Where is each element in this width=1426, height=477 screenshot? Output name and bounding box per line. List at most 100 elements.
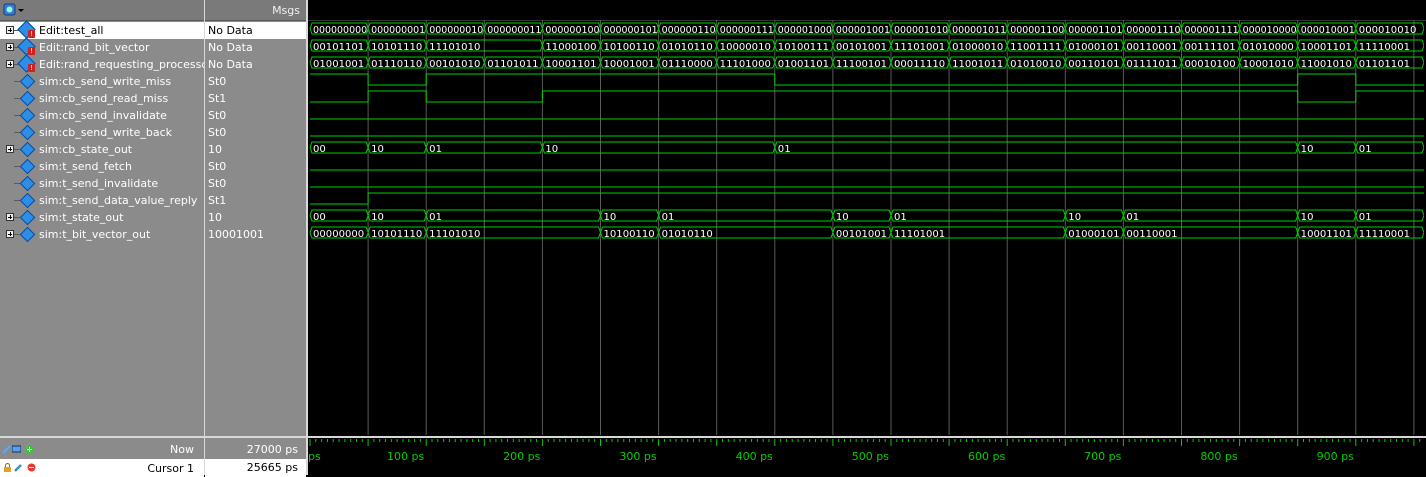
signal-name: sim:t_state_out bbox=[39, 211, 124, 224]
cursor-label: Cursor 1 bbox=[147, 462, 194, 475]
cursor-row[interactable]: Cursor 1 bbox=[0, 459, 204, 477]
screen-icon[interactable] bbox=[12, 445, 21, 454]
signal-row[interactable]: sim:t_send_invalidate bbox=[0, 175, 204, 192]
bus-value-label: 10000010 bbox=[720, 42, 771, 53]
signal-value[interactable]: No Data bbox=[205, 56, 306, 73]
signal-value[interactable]: St1 bbox=[205, 192, 306, 209]
signal-value[interactable]: St0 bbox=[205, 124, 306, 141]
zoom-icon[interactable] bbox=[2, 445, 11, 454]
expand-icon[interactable] bbox=[6, 43, 14, 51]
bus-segment bbox=[658, 209, 834, 222]
signal-value[interactable]: 10 bbox=[205, 209, 306, 226]
signal-row[interactable]: sim:t_send_data_value_reply bbox=[0, 192, 204, 209]
signal-value[interactable]: St0 bbox=[205, 73, 306, 90]
signal-value[interactable]: St0 bbox=[205, 158, 306, 175]
bus-value-label: 000010001 bbox=[1301, 25, 1355, 36]
signal-diamond-icon bbox=[19, 175, 36, 192]
bus-value-label: 11101010 bbox=[429, 42, 480, 53]
time-label: 300 ps bbox=[619, 450, 656, 463]
signal-name: Edit:rand_requesting_processor bbox=[39, 58, 213, 71]
bus-value-label: 000010000 bbox=[1243, 25, 1297, 36]
bus-value-label: 000001110 bbox=[1126, 25, 1180, 36]
bus-value-label: 00101001 bbox=[836, 42, 887, 53]
signal-value-panel: Msgs No Data No Data No Data St0 St1 St0 St0 10… bbox=[205, 0, 306, 475]
signal-row[interactable]: sim:t_bit_vector_out bbox=[0, 226, 204, 243]
expand-icon[interactable] bbox=[6, 213, 14, 221]
bus-value-label: 01000101 bbox=[1068, 229, 1119, 240]
signal-value[interactable]: St1 bbox=[205, 90, 306, 107]
bus-value-label: 10001101 bbox=[545, 59, 596, 70]
signal-row[interactable]: ! Edit:test_all bbox=[0, 20, 204, 39]
signal-diamond-icon bbox=[19, 107, 36, 124]
bus-value-label: 01110000 bbox=[662, 59, 713, 70]
bus-value-label: 000000010 bbox=[429, 25, 483, 36]
signal-diamond-icon bbox=[19, 73, 36, 90]
signal-row[interactable]: sim:cb_send_write_back bbox=[0, 124, 204, 141]
bus-value-label: 00110001 bbox=[1126, 42, 1177, 53]
bus-value-label: 11001010 bbox=[1301, 59, 1352, 70]
bus-value-label: 00110001 bbox=[1126, 229, 1177, 240]
expand-icon[interactable] bbox=[6, 230, 14, 238]
bus-value-label: 11110001 bbox=[1359, 229, 1410, 240]
signal-value[interactable]: No Data bbox=[205, 39, 306, 56]
bus-value-label: 01 bbox=[1359, 212, 1372, 223]
signal-row[interactable]: ! Edit:rand_requesting_processor bbox=[0, 54, 213, 73]
time-ruler[interactable]: ps 100 ps 200 ps 300 ps 400 ps 500 ps 600 ps 70… bbox=[308, 436, 1426, 477]
alert-icon: ! bbox=[28, 64, 35, 72]
time-label: 500 ps bbox=[852, 450, 889, 463]
bus-value-label: 10101110 bbox=[371, 229, 422, 240]
bus-value-label: 10 bbox=[604, 212, 617, 223]
bit-waveform bbox=[310, 73, 1424, 86]
waveform-canvas[interactable]: 000000000 000000001 000000010 000000011 0000… bbox=[308, 20, 1424, 435]
bus-value-label: 000000000 bbox=[313, 25, 367, 36]
wave-menu-icon[interactable] bbox=[2, 2, 26, 18]
signal-name: sim:cb_state_out bbox=[39, 143, 133, 156]
bus-value-label: 000000001 bbox=[371, 25, 425, 36]
signal-row[interactable]: sim:t_send_fetch bbox=[0, 158, 204, 175]
signal-value[interactable]: 10 bbox=[205, 141, 306, 158]
expand-icon[interactable] bbox=[6, 145, 14, 153]
bus-value-label: 01010000 bbox=[1243, 42, 1294, 53]
signal-name: sim:t_send_data_value_reply bbox=[39, 194, 198, 207]
cursor-value[interactable]: 25665 ps bbox=[205, 459, 306, 477]
signal-row[interactable]: sim:cb_send_invalidate bbox=[0, 107, 204, 124]
add-cursor-icon[interactable] bbox=[25, 445, 34, 454]
signal-value[interactable]: 10001001 bbox=[205, 226, 306, 243]
expand-icon[interactable] bbox=[6, 60, 14, 68]
time-label: 900 ps bbox=[1317, 450, 1354, 463]
signal-name: sim:cb_send_write_back bbox=[39, 126, 172, 139]
bus-value-label: 000001101 bbox=[1068, 25, 1122, 36]
bus-value-label: 01010010 bbox=[1010, 59, 1061, 70]
signal-row[interactable]: sim:cb_state_out bbox=[0, 141, 204, 158]
bus-value-label: 10001001 bbox=[604, 59, 655, 70]
delete-cursor-icon[interactable] bbox=[27, 463, 36, 472]
signal-value[interactable]: No Data bbox=[205, 22, 306, 39]
signal-row[interactable]: ! Edit:rand_bit_vector bbox=[0, 37, 204, 56]
signal-name: Edit:test_all bbox=[39, 24, 104, 37]
signal-row[interactable]: sim:cb_send_write_miss bbox=[0, 73, 204, 90]
signal-value[interactable]: St0 bbox=[205, 175, 306, 192]
bus-value-label: 01010110 bbox=[662, 42, 713, 53]
bus-value-label: 01000101 bbox=[1068, 42, 1119, 53]
bus-value-label: 00101010 bbox=[429, 59, 480, 70]
signal-row[interactable]: sim:cb_send_read_miss bbox=[0, 90, 204, 107]
bus-value-label: 00 bbox=[313, 212, 326, 223]
expand-icon[interactable] bbox=[6, 26, 14, 34]
bus-value-label: 000001010 bbox=[894, 25, 948, 36]
value-panel-header: Msgs bbox=[205, 0, 306, 21]
bus-value-label: 11001111 bbox=[1010, 42, 1061, 53]
signal-row[interactable]: sim:t_state_out bbox=[0, 209, 204, 226]
signal-diamond-icon bbox=[19, 90, 36, 107]
lock-icon[interactable] bbox=[3, 463, 12, 472]
bus-value-label: 01000010 bbox=[952, 42, 1003, 53]
bus-segment bbox=[425, 209, 602, 222]
pencil-icon[interactable] bbox=[14, 463, 23, 472]
bus-value-label: 11101000 bbox=[720, 59, 771, 70]
bus-value-label: 11101001 bbox=[894, 42, 945, 53]
alert-icon: ! bbox=[28, 30, 35, 38]
time-label: 800 ps bbox=[1200, 450, 1237, 463]
bus-segment bbox=[890, 209, 1066, 222]
signal-value[interactable]: St0 bbox=[205, 107, 306, 124]
bus-value-label: 00000000 bbox=[313, 229, 364, 240]
bus-value-label: 01010110 bbox=[662, 229, 713, 240]
